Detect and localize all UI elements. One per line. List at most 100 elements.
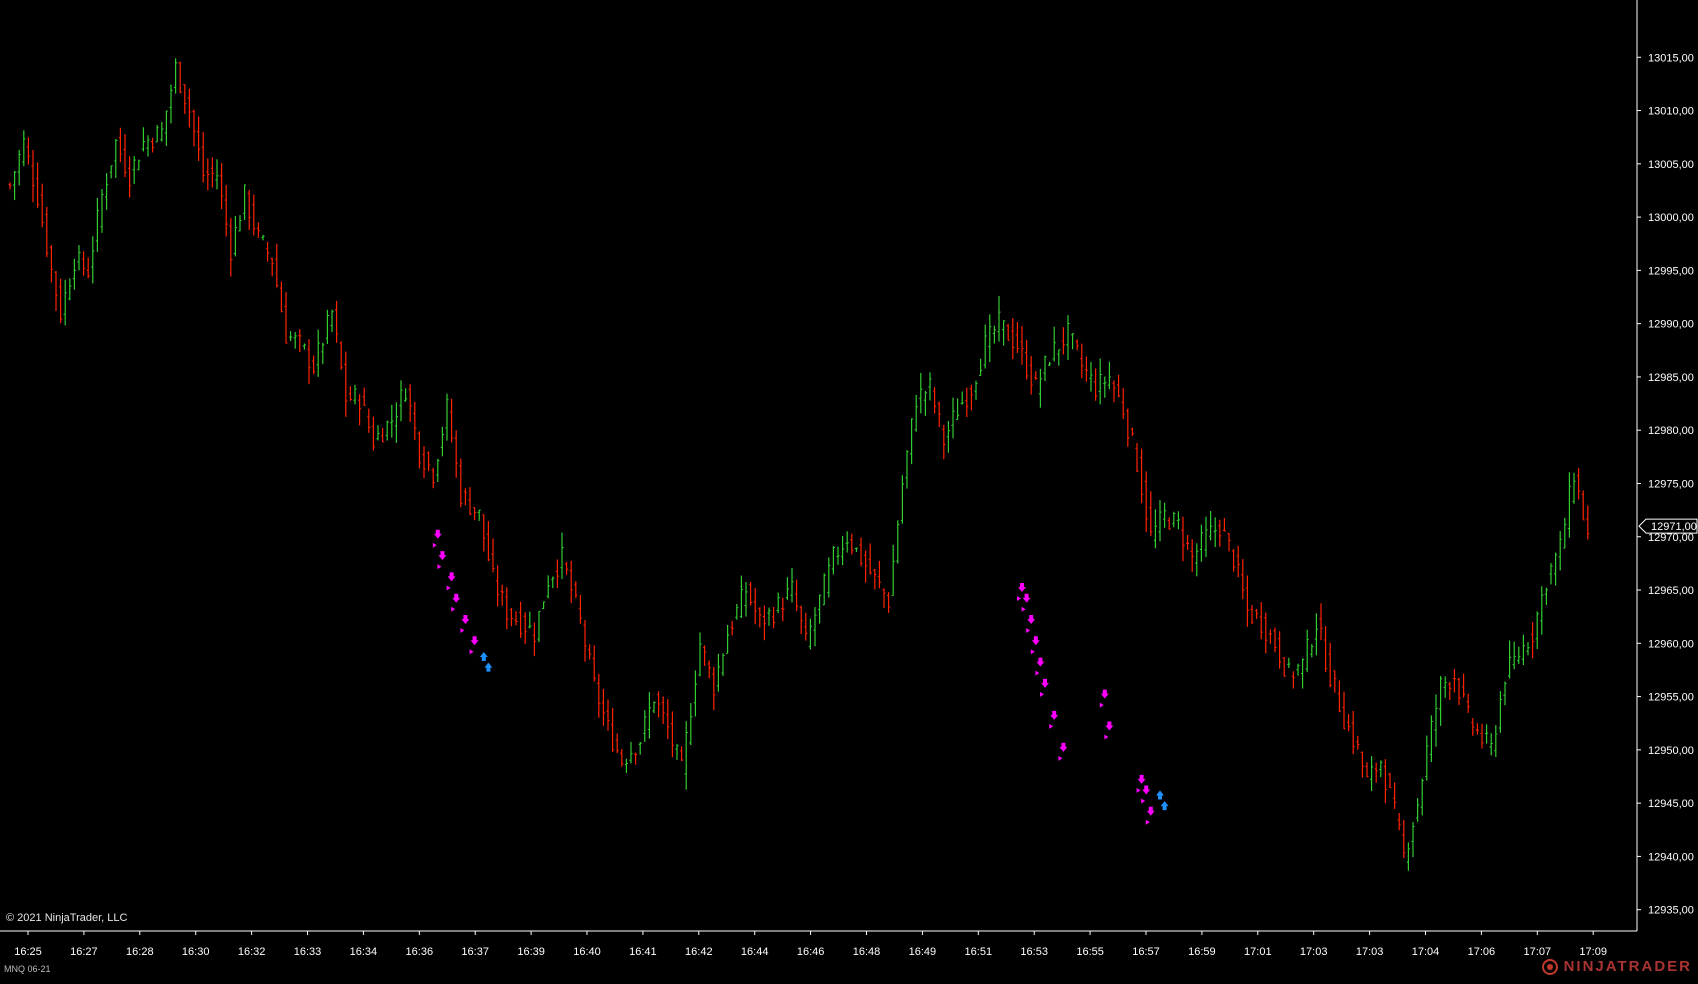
- ohlc-bar: [726, 624, 730, 654]
- sell-marker-icon: [433, 529, 442, 539]
- ohlc-bar: [302, 343, 306, 350]
- ohlc-bar: [1572, 472, 1576, 504]
- ohlc-bar: [1420, 778, 1424, 816]
- ohlc-bar: [468, 487, 472, 516]
- price-tick-label: 12950,00: [1648, 745, 1694, 757]
- ohlc-bar: [454, 430, 458, 478]
- entry-triangle-icon: [469, 649, 474, 655]
- ohlc-bar: [353, 384, 357, 405]
- ohlc-bar: [1577, 468, 1581, 500]
- ohlc-bar: [652, 701, 656, 714]
- sell-marker-icon: [438, 551, 447, 561]
- ohlc-bar: [638, 741, 642, 755]
- ohlc-bar: [537, 610, 541, 643]
- ohlc-bar: [624, 758, 628, 774]
- ohlc-bar: [634, 752, 638, 765]
- ohlc-bar: [1291, 671, 1295, 689]
- ohlc-bar: [1107, 361, 1111, 390]
- ohlc-bar: [647, 692, 651, 739]
- ohlc-bar: [132, 156, 136, 184]
- ohlc-bar: [735, 603, 739, 620]
- ohlc-bar: [1342, 691, 1346, 730]
- sell-marker-icon: [1036, 657, 1045, 667]
- time-tick-label: 16:42: [685, 946, 713, 958]
- ohlc-bar: [703, 645, 707, 666]
- price-tick-label: 13015,00: [1648, 52, 1694, 64]
- chart-canvas[interactable]: 13015,00 13010,00 13005,00 13000,00 12995,00…: [0, 0, 1698, 979]
- ohlc-bar: [344, 351, 348, 417]
- ohlc-bar: [1025, 339, 1029, 380]
- time-tick-label: 16:53: [1020, 946, 1048, 958]
- ohlc-bar: [417, 431, 421, 469]
- ohlc-bar: [1172, 511, 1176, 528]
- ohlc-bar: [422, 446, 426, 479]
- ohlc-bar: [532, 622, 536, 657]
- ohlc-bar: [841, 535, 845, 566]
- sell-marker-icon: [470, 636, 479, 646]
- ohlc-bar: [445, 393, 449, 441]
- ohlc-bar: [54, 270, 58, 311]
- time-tick-label: 16:36: [406, 946, 434, 958]
- ohlc-bar: [17, 149, 21, 186]
- ohlc-bar: [546, 575, 550, 599]
- ohlc-bar: [146, 135, 150, 157]
- sell-marker-icon: [1050, 710, 1059, 720]
- sell-marker-icon: [1142, 785, 1151, 795]
- ohlc-bar: [1370, 756, 1374, 791]
- sell-marker-icon: [1146, 806, 1155, 816]
- ohlc-bar: [1494, 725, 1498, 757]
- ohlc-bar: [1586, 505, 1590, 540]
- ohlc-bar: [1462, 673, 1466, 698]
- ohlc-bar: [514, 611, 518, 626]
- ohlc-bar: [822, 573, 826, 606]
- time-tick-label: 16:33: [294, 946, 322, 958]
- ohlc-bar: [1503, 681, 1507, 706]
- ohlc-bar: [1508, 640, 1512, 679]
- ohlc-bar: [887, 592, 891, 613]
- sell-marker-icon: [1100, 689, 1109, 699]
- ohlc-bar: [1443, 676, 1447, 698]
- ohlc-bar: [1337, 680, 1341, 713]
- ohlc-bar: [1135, 443, 1139, 473]
- ohlc-bar: [1383, 759, 1387, 804]
- brand-name: NINJATRADER: [1563, 958, 1692, 975]
- ohlc-bar: [68, 278, 72, 301]
- ohlc-bar: [611, 707, 615, 752]
- ohlc-bar: [804, 612, 808, 641]
- entry-triangle-icon: [460, 628, 465, 633]
- ohlc-bar: [109, 165, 113, 179]
- ohlc-bar: [1264, 612, 1268, 654]
- ohlc-bar: [1204, 516, 1208, 558]
- ohlc-bar: [877, 560, 881, 589]
- ohlc-bar: [187, 88, 191, 128]
- ohlc-bar: [436, 458, 440, 483]
- ohlc-bar: [1038, 368, 1042, 408]
- ohlc-bar: [123, 134, 127, 178]
- time-tick-label: 16:32: [238, 946, 266, 958]
- ohlc-bar: [910, 418, 914, 465]
- ohlc-bar: [739, 575, 743, 618]
- buy-marker-icon: [479, 651, 488, 661]
- ohlc-bar: [1222, 518, 1226, 532]
- ohlc-bar: [680, 746, 684, 761]
- ohlc-bar: [385, 420, 389, 441]
- ohlc-bar: [730, 620, 734, 636]
- price-chart[interactable]: 13015,00 13010,00 13005,00 13000,00 12995,00…: [0, 0, 1698, 979]
- ohlc-bar: [850, 533, 854, 555]
- ohlc-bar: [721, 653, 725, 677]
- time-tick-label: 17:03: [1356, 946, 1384, 958]
- ohlc-bar: [992, 325, 996, 344]
- ohlc-bar: [919, 372, 923, 414]
- ohlc-bar: [82, 251, 86, 276]
- ohlc-bar: [8, 182, 12, 190]
- ohlc-bar: [1126, 408, 1130, 447]
- ohlc-bar: [210, 157, 214, 188]
- ohlc-bar: [1144, 471, 1148, 532]
- ohlc-bar: [339, 341, 343, 370]
- last-price-label: 12971,00: [1651, 521, 1697, 533]
- ohlc-bar: [141, 127, 145, 152]
- ohlc-bar: [795, 579, 799, 612]
- ohlc-bar: [243, 184, 247, 220]
- ohlc-bar: [716, 653, 720, 692]
- ohlc-bar: [279, 281, 283, 313]
